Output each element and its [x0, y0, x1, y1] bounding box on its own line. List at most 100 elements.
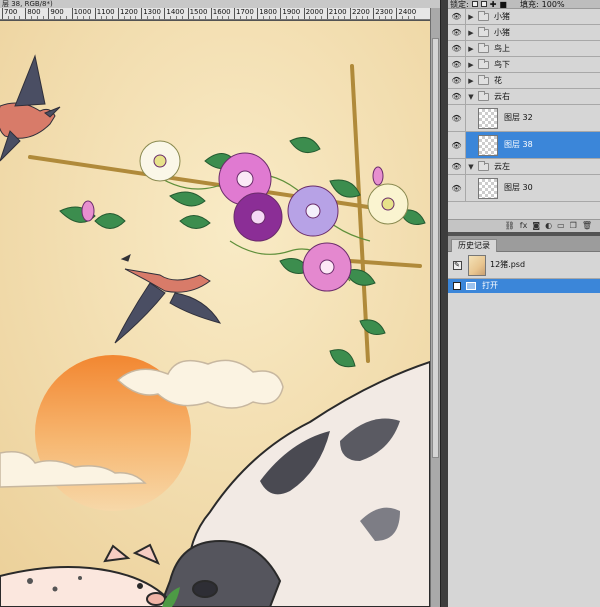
expanded-arrow-icon[interactable]: ▼ — [466, 93, 476, 101]
visibility-eye-icon[interactable]: 👁 — [448, 89, 466, 104]
visibility-eye-icon[interactable]: 👁 — [448, 57, 466, 72]
ruler-minor-tick — [13, 16, 15, 19]
ruler-minor-tick — [129, 16, 131, 19]
lock-all-icon[interactable]: ■ — [499, 0, 507, 8]
ruler-tick — [373, 8, 375, 19]
ruler-minor-tick — [361, 16, 363, 19]
ruler-minor-tick — [309, 16, 311, 19]
layer-name: 鸟上 — [494, 43, 510, 53]
ruler-minor-tick — [286, 16, 288, 19]
ruler-minor-tick — [158, 16, 160, 19]
ruler-tick — [210, 8, 212, 19]
scrollbar-thumb[interactable] — [432, 38, 439, 458]
layer-row[interactable]: 👁 ▼ 云左 — [448, 159, 600, 175]
ruler-minor-tick — [216, 16, 218, 19]
layer-name: 花 — [494, 75, 502, 85]
snapshot-thumbnail — [468, 254, 486, 276]
collapsed-arrow-icon[interactable]: ▶ — [466, 45, 476, 53]
ruler-minor-tick — [321, 16, 322, 19]
layer-row[interactable]: 👁 ▶ 花 — [448, 73, 600, 89]
visibility-eye-icon[interactable]: 👁 — [448, 132, 466, 158]
layer-row[interactable]: 👁 ▶ 小猪 — [448, 25, 600, 41]
history-state-item[interactable]: 打开 — [448, 279, 600, 293]
vertical-scrollbar[interactable] — [430, 8, 440, 607]
ruler-minor-tick — [54, 16, 56, 19]
ruler-minor-tick — [408, 16, 409, 19]
new-layer-icon[interactable]: ❐ — [570, 221, 577, 231]
layer-name: 鸟下 — [494, 59, 510, 69]
ruler-minor-tick — [7, 16, 9, 19]
visibility-eye-icon[interactable]: 👁 — [448, 9, 466, 24]
link-icon[interactable]: ⛓ — [505, 221, 515, 231]
ruler-tick — [25, 8, 27, 19]
new-group-icon[interactable]: ▭ — [557, 221, 565, 231]
folder-icon — [478, 42, 489, 53]
layer-name: 图层 32 — [504, 113, 533, 122]
visibility-eye-icon[interactable]: 👁 — [448, 105, 466, 131]
layer-thumbnail — [478, 134, 498, 156]
tab-history[interactable]: 历史记录 — [451, 239, 497, 252]
horizontal-ruler[interactable]: 700 800 900 1000 1100 1200 1300 1400 1500 1600 170… — [0, 8, 430, 20]
collapsed-arrow-icon[interactable]: ▶ — [466, 77, 476, 85]
adjustment-icon[interactable]: ◐ — [545, 221, 552, 231]
ruler-minor-tick — [123, 16, 125, 19]
ruler-tick — [350, 8, 351, 19]
ruler-minor-tick — [332, 16, 334, 19]
layer-row[interactable]: 👁 ▶ 小猪 — [448, 9, 600, 25]
layer-row[interactable]: 👁 ▶ 鸟上 — [448, 41, 600, 57]
history-brush-source-icon[interactable] — [448, 279, 466, 293]
history-snapshot[interactable]: ✎ 12猪.psd — [448, 252, 600, 279]
visibility-eye-icon[interactable]: 👁 — [448, 159, 466, 174]
ruler-minor-tick — [42, 16, 44, 19]
mask-icon[interactable]: ◙ — [532, 221, 540, 231]
visibility-eye-icon[interactable]: 👁 — [448, 175, 466, 201]
layer-row[interactable]: 👁 图层 30 — [448, 175, 600, 202]
ruler-minor-tick — [100, 16, 102, 19]
ruler-tick — [118, 8, 119, 19]
ruler-tick — [94, 8, 96, 19]
ruler-tick — [164, 8, 166, 19]
layer-row[interactable]: 👁 ▼ 云右 — [448, 89, 600, 105]
document-canvas[interactable] — [0, 21, 430, 607]
ruler-minor-tick — [77, 16, 79, 19]
layer-name: 图层 30 — [504, 183, 533, 192]
ruler-tick-label: 900 — [50, 8, 64, 16]
lock-position-icon[interactable]: ✚ — [490, 0, 497, 8]
ruler-minor-tick — [384, 16, 386, 19]
document-tab[interactable]: 层 38, RGB/8*) — [0, 0, 440, 8]
ruler-minor-tick — [176, 16, 177, 19]
layer-row-selected[interactable]: 👁 图层 38 — [448, 132, 600, 159]
ruler-tick — [71, 8, 73, 19]
fx-icon[interactable]: fx — [520, 221, 528, 231]
document-icon — [466, 282, 476, 290]
ruler-minor-tick — [344, 16, 346, 19]
visibility-eye-icon[interactable]: 👁 — [448, 73, 466, 88]
panel-divider[interactable] — [440, 0, 448, 607]
ruler-minor-tick — [379, 16, 380, 19]
layer-row[interactable]: 👁 图层 32 — [448, 105, 600, 132]
layer-row[interactable]: 👁 ▶ 鸟下 — [448, 57, 600, 73]
collapsed-arrow-icon[interactable]: ▶ — [466, 29, 476, 37]
collapsed-arrow-icon[interactable]: ▶ — [466, 61, 476, 69]
layer-name: 云右 — [494, 91, 510, 101]
ruler-minor-tick — [315, 16, 317, 19]
lock-image-icon[interactable] — [480, 1, 487, 7]
trash-icon[interactable]: 🗑 — [582, 221, 592, 231]
expanded-arrow-icon[interactable]: ▼ — [466, 163, 476, 171]
folder-icon — [478, 58, 489, 69]
ruler-minor-tick — [268, 16, 270, 19]
collapsed-arrow-icon[interactable]: ▶ — [466, 13, 476, 21]
ruler-minor-tick — [89, 16, 90, 19]
history-panel: 历史记录 ✎ 12猪.psd 打开 — [448, 236, 600, 607]
fill-value[interactable]: 100% — [542, 0, 565, 8]
visibility-eye-icon[interactable]: 👁 — [448, 25, 466, 40]
history-brush-source-icon[interactable]: ✎ — [448, 252, 466, 278]
folder-icon — [478, 74, 489, 85]
layer-name: 小猪 — [494, 11, 510, 21]
ruler-minor-tick — [239, 16, 241, 19]
ruler-minor-tick — [274, 16, 276, 19]
lock-transparency-icon[interactable] — [471, 1, 478, 7]
ruler-minor-tick — [199, 16, 201, 19]
ruler-minor-tick — [251, 16, 253, 19]
visibility-eye-icon[interactable]: 👁 — [448, 41, 466, 56]
